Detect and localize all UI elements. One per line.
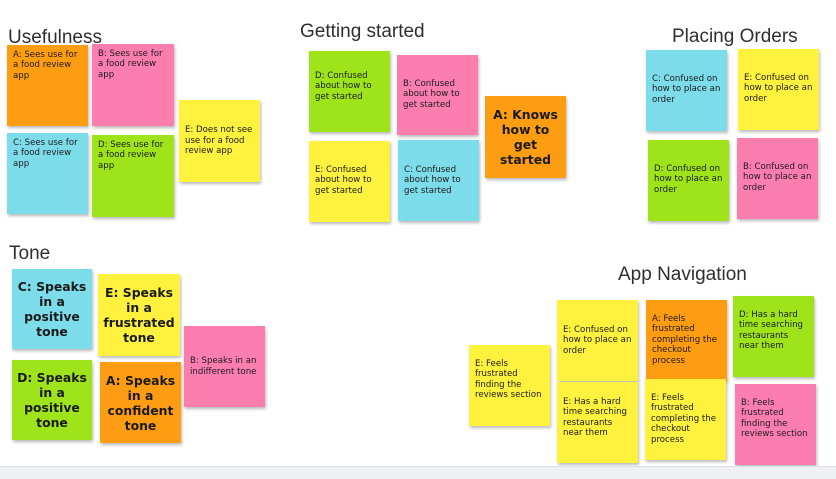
affinity-board: Usefulness A: Sees use for a food review… xyxy=(0,0,836,466)
getting-started-heading: Getting started xyxy=(300,21,425,42)
tone-heading: Tone xyxy=(9,243,51,264)
sticky-note[interactable]: A: Sees use for a food review app xyxy=(7,45,88,126)
placing-orders-heading: Placing Orders xyxy=(672,26,798,47)
sticky-note[interactable]: D: Sees use for a food review app xyxy=(92,135,174,217)
sticky-note[interactable]: E: Has a hard time searching restaurants… xyxy=(557,382,638,463)
sticky-note[interactable]: B: Confused on how to place an order xyxy=(737,138,818,219)
sticky-note[interactable]: E: Confused on how to place an order xyxy=(557,300,638,381)
sticky-note[interactable]: B: Feels frustrated finding the reviews … xyxy=(735,384,816,465)
bottom-bar xyxy=(0,466,836,479)
sticky-note[interactable]: C: Confused on how to place an order xyxy=(646,50,727,131)
sticky-note[interactable]: D: Confused about how to get started xyxy=(309,51,390,132)
sticky-note[interactable]: C: Confused about how to get started xyxy=(398,140,479,221)
sticky-note[interactable]: B: Confused about how to get started xyxy=(397,55,478,135)
sticky-note[interactable]: D: Speaks in a positive tone xyxy=(12,360,92,440)
sticky-note[interactable]: E: Speaks in a frustrated tone xyxy=(98,274,180,356)
sticky-note[interactable]: B: Speaks in an indifferent tone xyxy=(184,326,265,407)
sticky-note[interactable]: E: Feels frustrated finding the reviews … xyxy=(469,345,550,426)
sticky-note[interactable]: A: Knows how to get started xyxy=(485,96,566,178)
sticky-note[interactable]: D: Has a hard time searching restaurants… xyxy=(733,296,814,377)
sticky-note[interactable]: C: Sees use for a food review app xyxy=(7,133,88,214)
app-navigation-heading: App Navigation xyxy=(618,264,747,285)
sticky-note[interactable]: C: Speaks in a positive tone xyxy=(12,269,92,349)
sticky-note[interactable]: E: Does not see use for a food review ap… xyxy=(179,100,260,182)
sticky-note[interactable]: D: Confused on how to place an order xyxy=(648,140,729,221)
sticky-note[interactable]: A: Feels frustrated completing the check… xyxy=(646,300,727,381)
sticky-note[interactable]: E: Confused on how to place an order xyxy=(738,49,819,130)
sticky-note[interactable]: B: Sees use for a food review app xyxy=(92,44,174,126)
sticky-note[interactable]: E: Confused about how to get started xyxy=(309,141,390,222)
sticky-note[interactable]: E: Feels frustrated completing the check… xyxy=(645,379,726,460)
sticky-note[interactable]: A: Speaks in a confident tone xyxy=(100,362,181,443)
